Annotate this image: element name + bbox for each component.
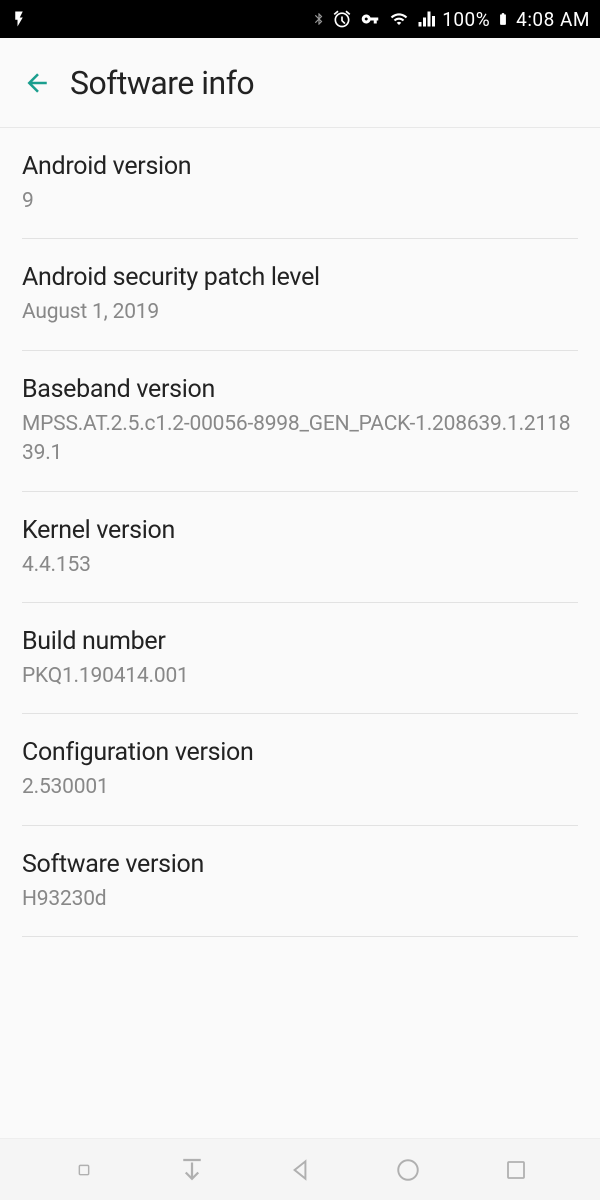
- battery-icon: [496, 8, 510, 30]
- status-left: [10, 8, 28, 30]
- item-title: Kernel version: [22, 516, 578, 545]
- item-title: Build number: [22, 627, 578, 656]
- item-value: 2.530001: [22, 773, 578, 802]
- status-right: 100% 4:08 AM: [312, 8, 590, 31]
- item-title: Android security patch level: [22, 263, 578, 292]
- configuration-version-item[interactable]: Configuration version 2.530001: [22, 714, 578, 825]
- nav-recent-small-icon[interactable]: [62, 1148, 106, 1192]
- item-title: Software version: [22, 850, 578, 879]
- item-value: H93230d: [22, 885, 578, 914]
- battery-percent: 100%: [442, 8, 490, 31]
- item-title: Android version: [22, 152, 578, 181]
- nav-back-icon[interactable]: [278, 1148, 322, 1192]
- back-button[interactable]: [18, 63, 58, 103]
- build-number-item[interactable]: Build number PKQ1.190414.001: [22, 603, 578, 714]
- wifi-icon: [388, 10, 410, 28]
- page-title: Software info: [70, 64, 254, 102]
- nav-recent-icon[interactable]: [494, 1148, 538, 1192]
- item-value: MPSS.AT.2.5.c1.2-00056-8998_GEN_PACK-1.2…: [22, 410, 578, 469]
- item-title: Baseband version: [22, 375, 578, 404]
- item-value: 4.4.153: [22, 551, 578, 580]
- item-title: Configuration version: [22, 738, 578, 767]
- android-version-item[interactable]: Android version 9: [22, 128, 578, 239]
- vpn-key-icon: [358, 10, 382, 28]
- nav-home-icon[interactable]: [386, 1148, 430, 1192]
- nav-pulldown-icon[interactable]: [170, 1148, 214, 1192]
- status-bar: 100% 4:08 AM: [0, 0, 600, 38]
- item-value: 9: [22, 187, 578, 216]
- security-patch-item[interactable]: Android security patch level August 1, 2…: [22, 239, 578, 350]
- item-value: PKQ1.190414.001: [22, 662, 578, 691]
- app-bar: Software info: [0, 38, 600, 128]
- kernel-version-item[interactable]: Kernel version 4.4.153: [22, 492, 578, 603]
- bluetooth-icon: [312, 9, 326, 29]
- clock-time: 4:08 AM: [516, 8, 590, 31]
- signal-icon: [416, 10, 436, 28]
- software-version-item[interactable]: Software version H93230d: [22, 826, 578, 937]
- alarm-icon: [332, 9, 352, 29]
- lightning-icon: [10, 8, 28, 30]
- navigation-bar: [0, 1138, 600, 1200]
- settings-list: Android version 9 Android security patch…: [0, 128, 600, 937]
- item-value: August 1, 2019: [22, 298, 578, 327]
- baseband-version-item[interactable]: Baseband version MPSS.AT.2.5.c1.2-00056-…: [22, 351, 578, 492]
